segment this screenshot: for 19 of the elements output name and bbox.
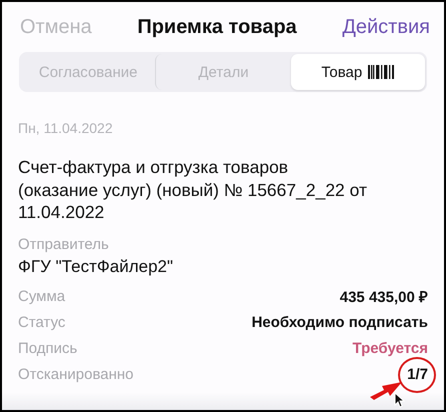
tab-label: Детали: [198, 64, 249, 80]
actions-button[interactable]: Действия: [342, 16, 430, 38]
field-value: Необходимо подписать: [252, 314, 428, 330]
field-label: Отсканированно: [18, 366, 134, 382]
field-label: Отправитель: [18, 236, 110, 252]
segment-tab[interactable]: Согласование: [21, 54, 156, 90]
field-label: Статус: [18, 314, 66, 330]
field-label: Сумма: [18, 288, 66, 304]
document-date: Пн, 11.04.2022: [18, 120, 114, 136]
field-value: 435 435,00 ₽: [340, 288, 428, 306]
field-value: Требуется: [352, 340, 428, 356]
tab-label: Товар: [321, 64, 362, 80]
tab-label: Согласование: [38, 64, 138, 80]
document-title: Счет-фактура и отгрузка товаров (оказание услуг) (новый) № 15667_2_22 от 11.04.2022: [18, 156, 368, 224]
cancel-button[interactable]: Отмена: [20, 16, 92, 38]
sender-value: ФГУ "ТестФайлер2": [18, 256, 174, 276]
field-label: Подпись: [18, 340, 78, 356]
segment-tab[interactable]: Товар: [290, 54, 425, 90]
screen-title: Приемка товара: [137, 16, 297, 38]
